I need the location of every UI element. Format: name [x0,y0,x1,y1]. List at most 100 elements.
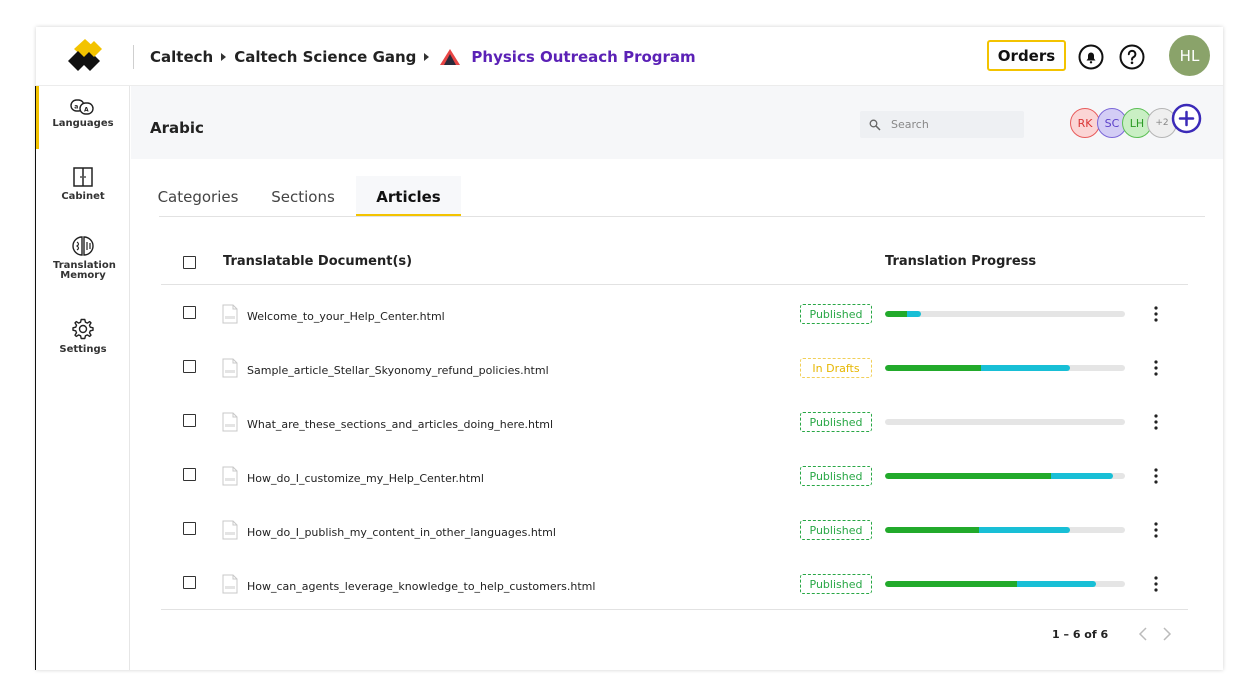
status-badge: Published [800,412,872,432]
table-row[interactable]: Welcome_to_your_Help_Center.html Publishe… [161,286,1188,340]
progress-in-progress-segment [907,311,921,317]
sidebar-item-label: Cabinet [61,191,105,202]
row-checkbox[interactable] [183,522,196,535]
progress-done-segment [885,473,1051,479]
top-bar: Caltech Caltech Science Gang Physics Out… [36,27,1223,86]
row-menu-kebab-icon[interactable] [1151,305,1161,323]
row-checkbox[interactable] [183,576,196,589]
tab-label: Articles [376,187,441,206]
table-row[interactable]: What_are_these_sections_and_articles_doi… [161,394,1188,448]
row-menu-kebab-icon[interactable] [1151,359,1161,377]
progress-in-progress-segment [1017,581,1096,587]
status-badge: Published [800,574,872,594]
breadcrumb: Caltech Caltech Science Gang Physics Out… [150,45,696,69]
row-checkbox[interactable] [183,468,196,481]
svg-text:a: a [74,104,78,111]
settings-gear-icon [72,318,94,340]
languages-icon: a A [70,99,94,115]
next-page-icon[interactable] [1160,626,1174,642]
app-logo-icon[interactable] [66,37,104,75]
sidebar-item-label: Settings [59,344,107,355]
breadcrumb-caret-icon [221,53,227,61]
tabs-divider [159,216,1205,217]
table-row[interactable]: Sample_article_Stellar_Skyonomy_refund_p… [161,340,1188,394]
document-name[interactable]: What_are_these_sections_and_articles_doi… [247,418,553,431]
tab-articles[interactable]: Articles [356,176,461,217]
select-all-checkbox[interactable] [183,256,196,269]
column-header-progress: Translation Progress [885,254,1037,269]
row-menu-kebab-icon[interactable] [1151,575,1161,593]
column-header-document: Translatable Document(s) [223,254,413,269]
table-row[interactable]: How_can_agents_leverage_knowledge_to_hel… [161,556,1188,610]
translation-progress-bar [885,311,1125,317]
document-name[interactable]: Welcome_to_your_Help_Center.html [247,310,445,323]
translation-memory-icon [72,236,94,256]
language-header: Arabic RK SC LH +2 [131,86,1223,159]
breadcrumb-program[interactable]: Physics Outreach Program [471,48,695,66]
notifications-bell-icon[interactable] [1077,43,1105,71]
translation-progress-bar [885,473,1125,479]
pagination-range: 1 – 6 of 6 [1052,628,1109,641]
document-name[interactable]: Sample_article_Stellar_Skyonomy_refund_p… [247,364,549,377]
row-menu-kebab-icon[interactable] [1151,467,1161,485]
html-file-icon [222,412,238,432]
document-name[interactable]: How_do_I_publish_my_content_in_other_lan… [247,526,556,539]
row-checkbox[interactable] [183,306,196,319]
orders-button[interactable]: Orders [987,40,1066,71]
html-file-icon [222,304,238,324]
add-collaborator-icon[interactable] [1171,103,1202,134]
program-icon [440,49,461,65]
document-name[interactable]: How_can_agents_leverage_knowledge_to_hel… [247,580,595,593]
translation-progress-bar [885,419,1125,425]
translation-progress-bar [885,365,1125,371]
sidebar: a A Languages Cabinet Translation Memory… [36,86,130,670]
search-box[interactable] [860,111,1024,138]
language-title: Arabic [150,119,204,137]
status-badge: Published [800,520,872,540]
table-row[interactable]: How_do_I_customize_my_Help_Center.html Pu… [161,448,1188,502]
search-icon [869,119,881,131]
table-header: Translatable Document(s) Translation Pro… [161,237,1188,285]
collaborator-avatar[interactable]: RK [1070,108,1100,138]
search-input[interactable] [891,118,1021,131]
table-row[interactable]: How_do_I_publish_my_content_in_other_lan… [161,502,1188,556]
top-divider [133,45,134,69]
sidebar-item-languages[interactable]: a A Languages [36,99,130,129]
sidebar-item-translation-memory[interactable]: Translation Memory [36,235,130,281]
row-menu-kebab-icon[interactable] [1151,413,1161,431]
breadcrumb-caret-icon [424,53,430,61]
html-file-icon [222,358,238,378]
breadcrumb-team[interactable]: Caltech Science Gang [234,48,416,66]
row-menu-kebab-icon[interactable] [1151,521,1161,539]
translation-progress-bar [885,581,1125,587]
row-checkbox[interactable] [183,360,196,373]
progress-done-segment [885,365,981,371]
tab-label: Sections [271,187,335,206]
row-checkbox[interactable] [183,414,196,427]
sidebar-item-label: Languages [52,118,114,129]
progress-in-progress-segment [979,527,1070,533]
previous-page-icon[interactable] [1136,626,1150,642]
html-file-icon [222,574,238,594]
status-badge: In Drafts [800,358,872,378]
progress-done-segment [885,527,979,533]
sidebar-item-settings[interactable]: Settings [36,317,130,355]
tab-categories[interactable]: Categories [156,176,240,217]
progress-done-segment [885,311,907,317]
cabinet-icon [73,167,93,187]
table-bottom-divider [161,609,1188,610]
tab-label: Categories [157,187,239,206]
html-file-icon [222,520,238,540]
tab-sections[interactable]: Sections [267,176,339,217]
status-badge: Published [800,304,872,324]
document-name[interactable]: How_do_I_customize_my_Help_Center.html [247,472,484,485]
html-file-icon [222,466,238,486]
translation-progress-bar [885,527,1125,533]
sidebar-item-cabinet[interactable]: Cabinet [36,166,130,202]
breadcrumb-org[interactable]: Caltech [150,48,213,66]
progress-in-progress-segment [981,365,1070,371]
sidebar-item-label: Translation Memory [53,260,116,281]
app-window: Caltech Caltech Science Gang Physics Out… [36,27,1223,670]
user-avatar[interactable]: HL [1169,35,1210,76]
help-icon[interactable] [1118,43,1146,71]
